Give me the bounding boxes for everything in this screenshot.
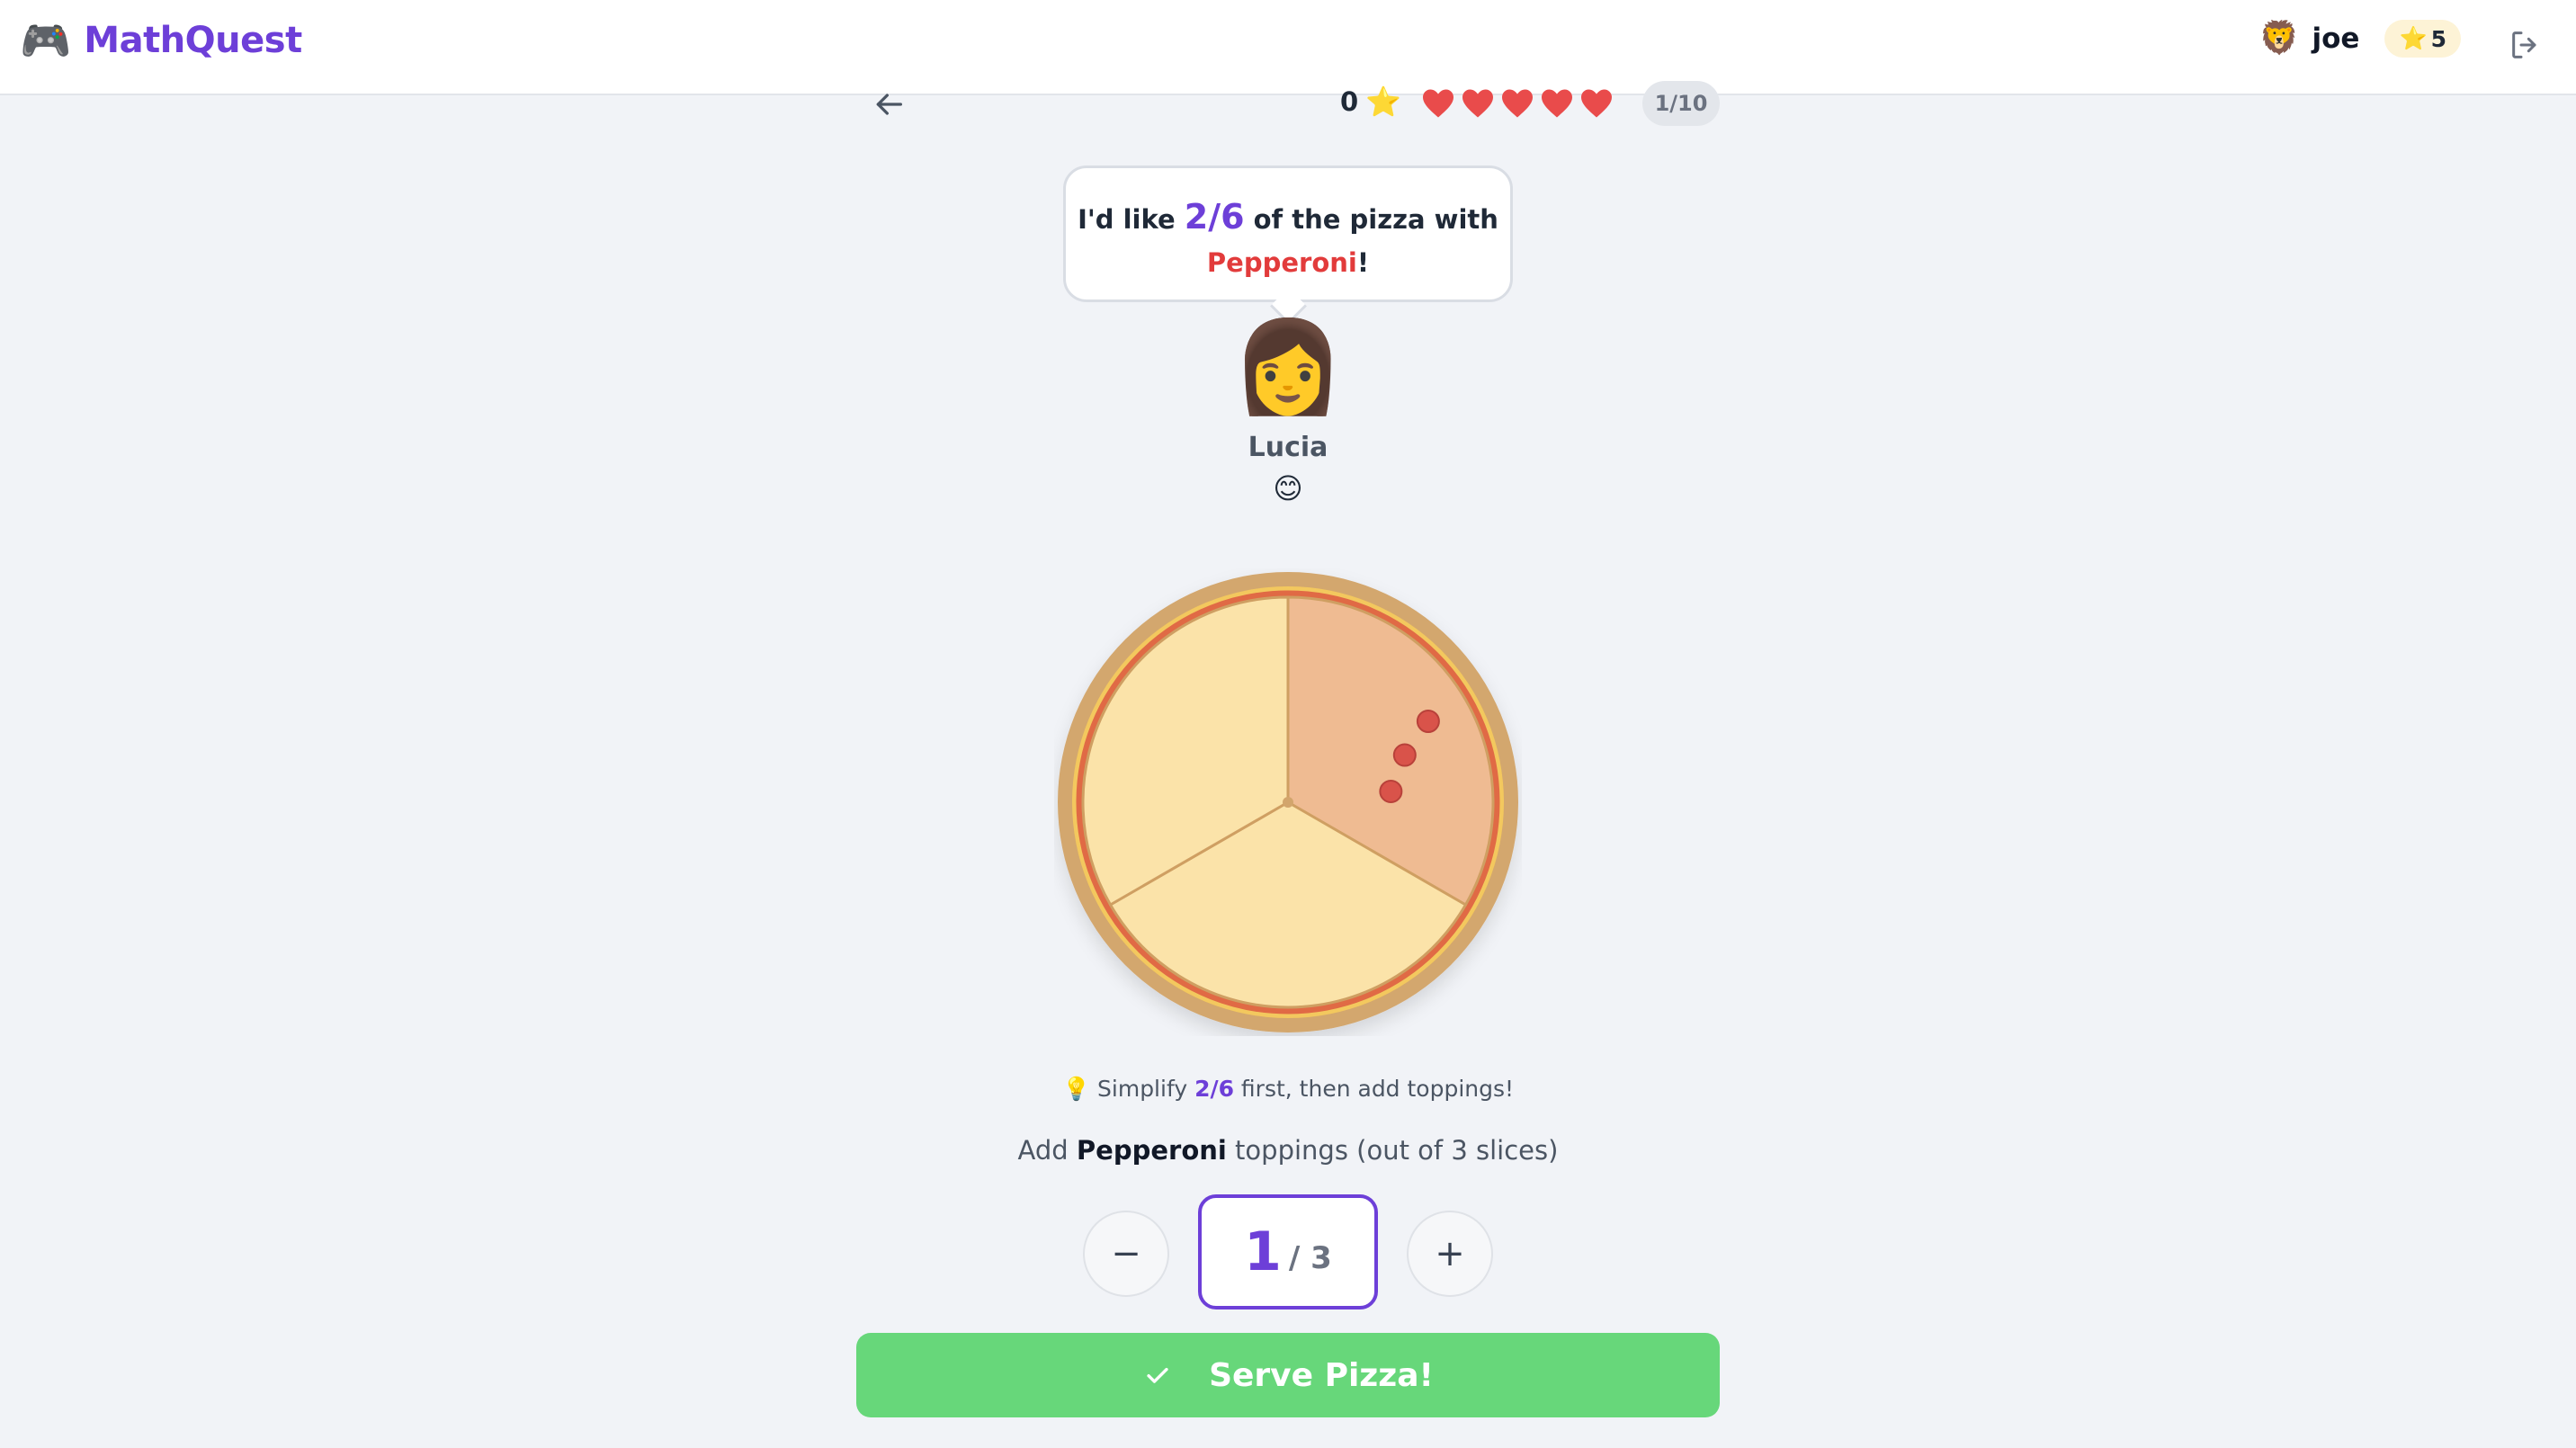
serve-pizza-button[interactable]: Serve Pizza! bbox=[856, 1333, 1720, 1417]
top-nav: 🎮 MathQuest 🦁 joe ⭐ 5 bbox=[0, 0, 2576, 95]
pizza[interactable] bbox=[1054, 568, 1522, 1036]
request-suffix: ! bbox=[1356, 247, 1370, 278]
star-icon: ⭐ bbox=[2399, 25, 2428, 51]
score-value: 0 bbox=[1340, 86, 1359, 117]
gamepad-icon: 🎮 bbox=[20, 16, 72, 65]
pepperoni-topping bbox=[1379, 779, 1403, 803]
hint-prefix: Simplify bbox=[1090, 1076, 1195, 1102]
serve-pizza-label: Serve Pizza! bbox=[1209, 1356, 1434, 1394]
star-icon: ⭐ bbox=[1365, 85, 1402, 119]
user-stars-count: 5 bbox=[2430, 25, 2446, 52]
request-middle: of the pizza with bbox=[1244, 204, 1498, 235]
pepperoni-topping bbox=[1392, 743, 1417, 767]
heart-icon bbox=[1502, 89, 1533, 118]
heart-icon bbox=[1423, 89, 1453, 118]
instruction-suffix: toppings (out of 3 slices) bbox=[1226, 1135, 1559, 1166]
requested-topping: Pepperoni bbox=[1206, 247, 1357, 278]
hint-fraction: 2/6 bbox=[1194, 1076, 1234, 1102]
user-menu[interactable]: 🦁 joe ⭐ 5 bbox=[2259, 20, 2461, 58]
decrease-toppings-button[interactable]: − bbox=[1083, 1211, 1169, 1297]
heart-icon bbox=[1581, 89, 1612, 118]
lives bbox=[1421, 88, 1614, 119]
app-name: MathQuest bbox=[84, 20, 302, 61]
increase-toppings-button[interactable]: + bbox=[1407, 1211, 1493, 1297]
speech-bubble: I'd like 2/6 of the pizza with Pepperoni… bbox=[1063, 165, 1513, 302]
score: 0 ⭐ bbox=[1340, 86, 1401, 117]
pizza-center bbox=[1283, 797, 1293, 808]
username: joe bbox=[2312, 22, 2360, 55]
back-arrow-icon[interactable] bbox=[869, 86, 908, 122]
lion-avatar-icon: 🦁 bbox=[2258, 20, 2300, 57]
heart-icon bbox=[1462, 89, 1493, 118]
question-progress: 1/10 bbox=[1642, 81, 1720, 126]
pizza-slices bbox=[1081, 595, 1495, 1009]
topping-count-numerator: 1 bbox=[1244, 1220, 1282, 1283]
logout-icon[interactable] bbox=[2508, 27, 2544, 63]
heart-icon bbox=[1542, 89, 1572, 118]
instruction-prefix: Add bbox=[1017, 1135, 1077, 1166]
customer-mood-icon: 😊 bbox=[1273, 471, 1303, 505]
check-icon bbox=[1147, 1367, 1168, 1383]
topping-count-denominator: / 3 bbox=[1288, 1240, 1332, 1276]
customer-name: Lucia bbox=[1248, 432, 1328, 463]
hint: 💡 Simplify 2/6 first, then add toppings! bbox=[0, 1076, 2576, 1103]
logo[interactable]: 🎮 MathQuest bbox=[20, 20, 302, 61]
request-prefix: I'd like bbox=[1078, 204, 1185, 235]
instruction: Add Pepperoni toppings (out of 3 slices) bbox=[0, 1135, 2576, 1166]
topping-count-display: 1 / 3 bbox=[1198, 1194, 1378, 1309]
lightbulb-icon: 💡 bbox=[1061, 1076, 1091, 1102]
hint-suffix: first, then add toppings! bbox=[1233, 1076, 1515, 1102]
customer-avatar: 👩 bbox=[1231, 314, 1345, 419]
requested-fraction: 2/6 bbox=[1184, 197, 1245, 237]
user-stars-badge: ⭐ 5 bbox=[2384, 20, 2461, 58]
instruction-topping: Pepperoni bbox=[1076, 1135, 1227, 1166]
pepperoni-topping bbox=[1416, 710, 1440, 733]
